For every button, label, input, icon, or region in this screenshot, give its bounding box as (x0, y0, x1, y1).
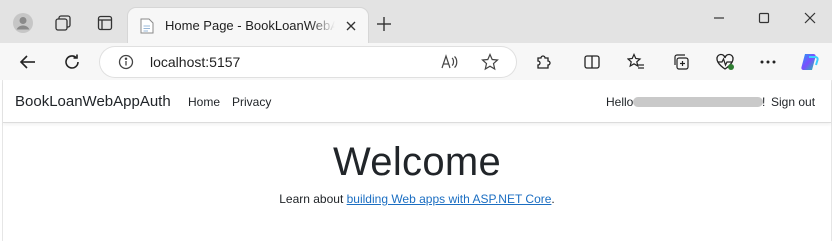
learn-suffix: . (551, 192, 555, 206)
more-icon[interactable] (756, 50, 780, 74)
web-page: BookLoanWebAppAuth Home Privacy Hello ! … (2, 80, 832, 241)
learn-prefix: Learn about (279, 192, 347, 206)
star-icon[interactable] (480, 52, 500, 72)
tab-actions-icon[interactable] (94, 12, 116, 34)
profile-icon[interactable] (12, 12, 34, 34)
close-tab-icon[interactable] (342, 17, 360, 35)
heart-pulse-icon[interactable] (713, 50, 737, 74)
maximize-icon[interactable] (749, 8, 779, 28)
hello-text: Hello (606, 95, 634, 109)
browser-toolbar: localhost:5157 (0, 43, 832, 80)
plus-icon[interactable] (374, 14, 394, 34)
page-favicon-icon (140, 18, 154, 34)
refresh-icon[interactable] (60, 50, 84, 74)
hello-exclaim: ! (762, 95, 766, 109)
learn-about-text: Learn about building Web apps with ASP.N… (3, 192, 831, 206)
browser-titlebar: Home Page - BookLoanWebAppAuth (0, 0, 832, 43)
split-screen-icon[interactable] (580, 50, 604, 74)
url-port: :5157 (205, 54, 241, 70)
tab-title: Home Page - BookLoanWebAppAuth (165, 18, 335, 33)
page-title: Welcome (332, 140, 502, 184)
favorites-icon[interactable] (624, 50, 648, 74)
url-host: localhost (150, 54, 206, 70)
site-info-icon[interactable] (118, 54, 134, 70)
nav-link-privacy[interactable]: Privacy (232, 95, 271, 109)
read-aloud-icon[interactable] (440, 52, 460, 72)
back-arrow-icon[interactable] (16, 50, 40, 74)
url-text: localhost:5157 (150, 54, 240, 70)
redacted-username (633, 97, 763, 107)
site-navbar: BookLoanWebAppAuth Home Privacy Hello ! … (3, 80, 831, 123)
sign-out-link[interactable]: Sign out (771, 95, 815, 109)
puzzle-icon[interactable] (532, 50, 556, 74)
brand-link[interactable]: BookLoanWebAppAuth (15, 93, 171, 110)
active-tab[interactable]: Home Page - BookLoanWebAppAuth (128, 8, 368, 43)
collections-icon[interactable] (669, 50, 693, 74)
aspnet-docs-link[interactable]: building Web apps with ASP.NET Core (347, 192, 552, 206)
workspaces-icon[interactable] (52, 12, 74, 34)
minimize-icon[interactable] (704, 8, 734, 28)
nav-link-home[interactable]: Home (188, 95, 220, 109)
copilot-icon[interactable] (798, 50, 822, 74)
address-bar[interactable]: localhost:5157 (100, 47, 516, 77)
close-window-icon[interactable] (795, 8, 825, 28)
